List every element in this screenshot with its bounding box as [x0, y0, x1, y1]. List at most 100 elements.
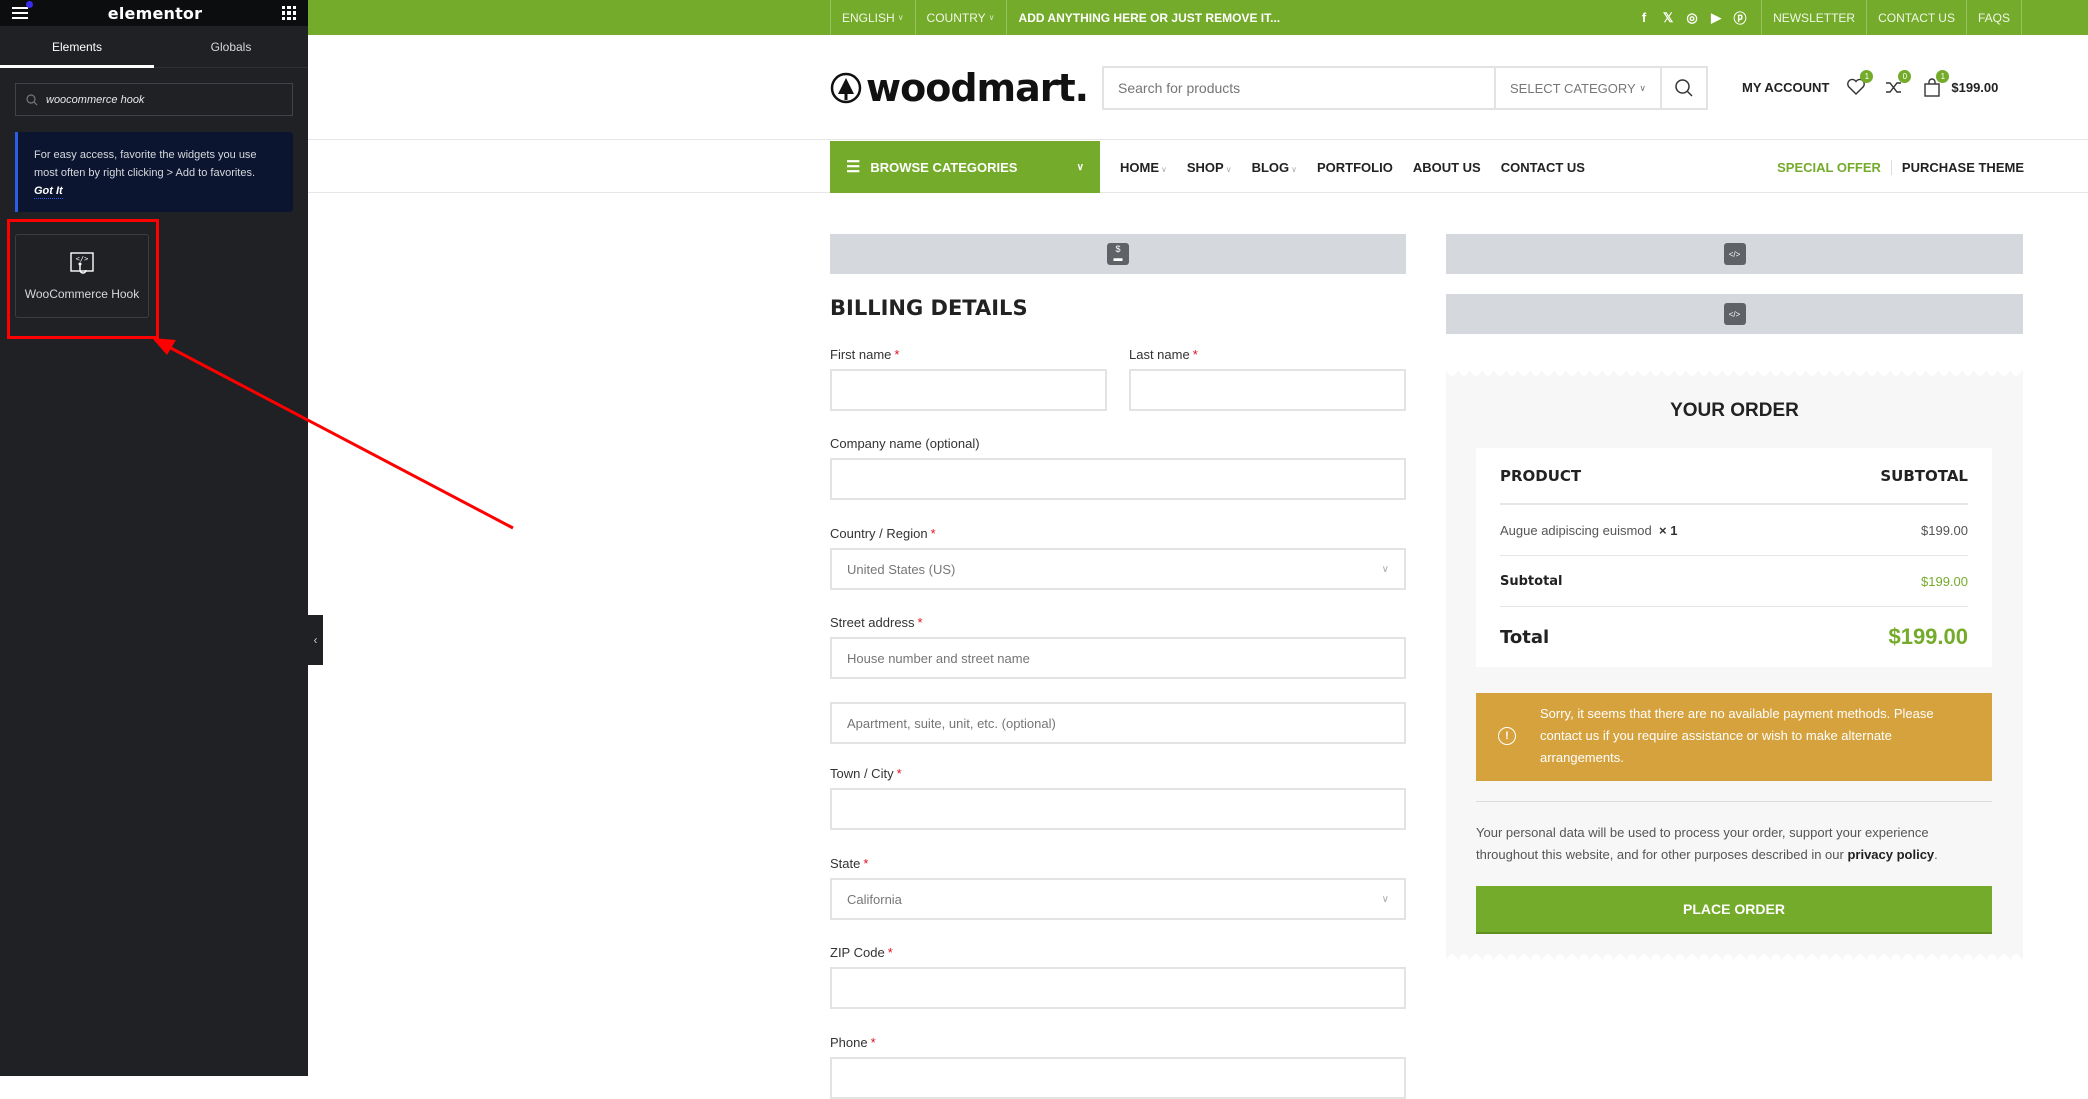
nav-portfolio[interactable]: PORTFOLIO: [1317, 160, 1393, 175]
company-input[interactable]: [847, 471, 1389, 487]
tip-text: For easy access, favorite the widgets yo…: [34, 149, 257, 179]
country-selector[interactable]: COUNTRY ∨: [914, 0, 1006, 35]
payment-notice: ! Sorry, it seems that there are no avai…: [1476, 693, 1992, 781]
divider: [1476, 801, 1992, 802]
required-marker: *: [917, 615, 923, 630]
hook-placeholder[interactable]: </>: [1446, 234, 2023, 274]
state-select[interactable]: California ∨: [830, 878, 1406, 920]
phone-field: Phone *: [830, 1035, 1406, 1099]
language-label: ENGLISH: [842, 10, 895, 25]
cart-total[interactable]: $199.00: [1951, 80, 1998, 95]
my-account-link[interactable]: MY ACCOUNT: [1742, 80, 1829, 95]
category-label: SELECT CATEGORY: [1510, 80, 1636, 96]
item-name: Augue adipiscing euismod: [1500, 522, 1652, 538]
special-offer-link[interactable]: SPECIAL OFFER: [1777, 159, 1892, 175]
product-search-input[interactable]: [1104, 68, 1494, 108]
pinterest-icon[interactable]: ⓟ: [1733, 8, 1747, 27]
company-field: Company name (optional): [830, 436, 1406, 500]
country-value: United States (US): [847, 561, 956, 577]
language-selector[interactable]: ENGLISH ∨: [830, 0, 915, 35]
required-marker: *: [894, 347, 900, 362]
field-label: First name: [830, 347, 892, 362]
site-logo[interactable]: woodmart.: [830, 66, 1089, 110]
street-input-2[interactable]: [847, 715, 1389, 731]
first-name-input[interactable]: [847, 382, 1090, 398]
required-marker: *: [896, 766, 902, 781]
tab-elements[interactable]: Elements: [0, 26, 154, 68]
hook-placeholder[interactable]: </>: [1446, 294, 2023, 334]
street-field-2: [830, 702, 1406, 744]
field-label: Country / Region: [830, 526, 928, 541]
phone-input[interactable]: [847, 1070, 1389, 1086]
last-name-input[interactable]: [1146, 382, 1389, 398]
widget-search-input[interactable]: [46, 93, 266, 106]
main-navigation: ☰ BROWSE CATEGORIES ∨ HOME ∨ SHOP ∨ BLOG ∨ …: [308, 141, 2088, 193]
field-label: Street address: [830, 615, 915, 630]
billing-title: BILLING DETAILS: [830, 296, 1028, 320]
privacy-policy-link[interactable]: privacy policy: [1847, 847, 1934, 862]
last-name-field: Last name *: [1129, 347, 1406, 411]
cart-button[interactable]: 1: [1921, 70, 1950, 98]
category-select[interactable]: SELECT CATEGORY ∨: [1494, 68, 1660, 108]
nav-label: SHOP: [1186, 159, 1224, 175]
chevron-down-icon: ∨: [988, 13, 995, 22]
widget-placeholder[interactable]: $ ▬: [830, 234, 1406, 274]
street-field: Street address *: [830, 615, 1406, 679]
panel-topbar: elementor: [0, 0, 308, 26]
search-icon: [26, 93, 38, 105]
nav-about[interactable]: ABOUT US: [1413, 160, 1481, 175]
col-product: PRODUCT: [1500, 466, 1582, 485]
country-select[interactable]: United States (US) ∨: [830, 548, 1406, 590]
price-widget-icon: $ ▬: [1107, 243, 1129, 265]
total-row: Total $199.00: [1500, 607, 1968, 667]
field-label: ZIP Code: [830, 945, 885, 960]
table-row: Augue adipiscing euismod × 1 $199.00: [1500, 505, 1968, 556]
menu-icon: ☰: [846, 159, 861, 176]
privacy-end: .: [1934, 847, 1938, 862]
compare-button[interactable]: 0: [1883, 70, 1912, 98]
nav-blog[interactable]: BLOG ∨: [1252, 160, 1297, 175]
item-qty: × 1: [1659, 522, 1678, 538]
browse-label: BROWSE CATEGORIES: [870, 159, 1018, 175]
menu-icon[interactable]: [12, 7, 28, 19]
tree-logo-icon: [830, 72, 862, 104]
chevron-down-icon: ∨: [1225, 164, 1232, 174]
youtube-icon[interactable]: ▶: [1709, 10, 1723, 26]
field-label: Last name: [1129, 347, 1190, 362]
instagram-icon[interactable]: ◎: [1685, 10, 1699, 26]
place-order-button[interactable]: PLACE ORDER: [1476, 886, 1992, 934]
newsletter-link[interactable]: NEWSLETTER: [1761, 0, 1866, 35]
x-icon[interactable]: 𝕏: [1661, 10, 1675, 26]
got-it-link[interactable]: Got It: [34, 184, 63, 199]
cart-count: 1: [1936, 70, 1950, 83]
browse-categories-button[interactable]: ☰ BROWSE CATEGORIES ∨: [830, 141, 1100, 193]
tab-globals[interactable]: Globals: [154, 26, 308, 67]
wishlist-button[interactable]: 1: [1845, 70, 1874, 98]
purchase-theme-link[interactable]: PURCHASE THEME: [1892, 160, 2024, 175]
collapse-panel-button[interactable]: ‹: [308, 615, 323, 665]
apps-grid-icon[interactable]: [282, 6, 296, 20]
zigzag-bottom-edge: [1446, 954, 2023, 960]
first-name-field: First name *: [830, 347, 1107, 411]
product-search: SELECT CATEGORY∨: [1102, 66, 1708, 110]
item-price: $199.00: [1921, 522, 1968, 538]
nav-home[interactable]: HOME ∨: [1120, 160, 1167, 175]
nav-contact[interactable]: CONTACT US: [1501, 160, 1585, 175]
favorites-tip: For easy access, favorite the widgets yo…: [15, 132, 293, 212]
nav-shop[interactable]: SHOP ∨: [1187, 160, 1232, 175]
city-field: Town / City *: [830, 766, 1406, 830]
country-label: COUNTRY: [926, 10, 986, 25]
notice-text: Sorry, it seems that there are no availa…: [1540, 706, 1934, 765]
search-button[interactable]: [1660, 68, 1706, 108]
faqs-link[interactable]: FAQS: [1965, 0, 2022, 35]
contact-link[interactable]: CONTACT US: [1866, 0, 1966, 35]
street-input-1[interactable]: [847, 650, 1389, 666]
top-bar: ENGLISH ∨ COUNTRY ∨ ADD ANYTHING HERE OR J…: [308, 0, 2088, 35]
chevron-down-icon: ∨: [1381, 893, 1389, 905]
required-marker: *: [863, 856, 869, 871]
zip-input[interactable]: [847, 980, 1389, 996]
search-icon: [1675, 79, 1693, 97]
elementor-panel: elementor Elements Globals For easy acce…: [0, 0, 308, 1076]
city-input[interactable]: [847, 801, 1389, 817]
facebook-icon[interactable]: f: [1637, 10, 1651, 25]
